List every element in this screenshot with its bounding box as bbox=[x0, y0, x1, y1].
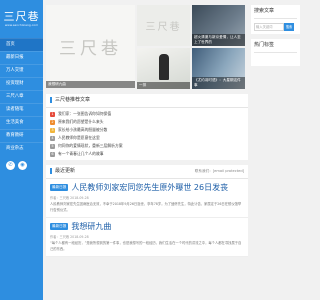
calligraphy-logo: 三尺巷 bbox=[59, 39, 122, 59]
hero-thumb-caption: 超火清澈与新京爱情，让人至上了世界的 bbox=[192, 34, 245, 46]
section-marker bbox=[50, 167, 52, 174]
nav-item-column[interactable]: 三尺八章 bbox=[0, 90, 43, 103]
search-box: 搜索文章 输入关键词 搜索 bbox=[251, 5, 300, 34]
main-content: 三尺巷 我想研九曲 三尺巷 超火清澈与新京爱情，让人至上了世界的 一排 《尤约羽… bbox=[46, 5, 248, 257]
article-card[interactable]: 最新日报 人民教师刘家宏同您先生原外曝世 26日发丧 作者：三尺巷 2018-0… bbox=[46, 179, 248, 218]
article-meta: 作者：三尺巷 2018-09-28 bbox=[50, 196, 89, 200]
recommend-item-title: 原来我们的愿望是什么来头 bbox=[58, 119, 104, 124]
logo-title: 三尺巷 bbox=[3, 9, 40, 23]
recommend-item-title: 有一个青春让几个人的故事 bbox=[58, 151, 104, 156]
article-excerpt: 人民教师刘家宏先生因病医治无效，不幸于2018年9月26日逝世，享年78岁。为了… bbox=[50, 202, 242, 212]
nav-item-daily[interactable]: 最新日报 bbox=[0, 51, 43, 64]
site-logo[interactable]: 三尺巷 www.sanchixiang.com bbox=[0, 0, 43, 38]
recommend-item[interactable]: 3 家长给小孩最高的胆量被分散 bbox=[50, 126, 244, 134]
hero-slider: 三尺巷 我想研九曲 三尺巷 超火清澈与新京爱情，让人至上了世界的 一排 《尤约羽… bbox=[46, 5, 248, 89]
article-title[interactable]: 我想研九曲 bbox=[71, 221, 111, 232]
rank-badge: 1 bbox=[50, 111, 55, 117]
category-badge[interactable]: 最新日报 bbox=[50, 223, 69, 230]
logo-url: www.sanchixiang.com bbox=[4, 22, 39, 27]
section-marker bbox=[50, 96, 52, 103]
hero-thumb-caption: 《尤约羽时语》：大星期这件事 bbox=[192, 77, 245, 89]
recommend-panel: 三尺巷推荐文章 1 我们家：一张图告诉你如何保值 2 原来我们的愿望是什么来头 3家… bbox=[46, 94, 248, 160]
recommend-item[interactable]: 5 何同你的爱情现状，重新三层解析方案 bbox=[50, 142, 244, 150]
hero-thumb-2[interactable]: 超火清澈与新京爱情，让人至上了世界的 bbox=[192, 5, 245, 46]
nav-item-business[interactable]: 商业杂志 bbox=[0, 142, 43, 155]
latest-header: 最近更新 联系我们：[email protected] bbox=[46, 165, 248, 179]
sidebar: 三尺巷 www.sanchixiang.com 首页 最新日报 万人交馈 投资理… bbox=[0, 0, 43, 300]
wechat-icon[interactable]: ✆ bbox=[6, 161, 15, 170]
recommend-header: 三尺巷推荐文章 bbox=[46, 94, 248, 108]
latest-title: 最近更新 bbox=[55, 168, 76, 174]
recommend-item-title: 家长给小孩最高的胆量被分散 bbox=[58, 127, 108, 132]
nav-item-essays[interactable]: 读者随笔 bbox=[0, 103, 43, 116]
article-title[interactable]: 人民教师刘家宏同您先生原外曝世 26日发丧 bbox=[71, 182, 228, 193]
recommend-item[interactable]: 1 我们家：一张图告诉你如何保值 bbox=[50, 110, 244, 118]
recommend-item-title: 人民教师你是愿意在这里 bbox=[58, 135, 100, 140]
contact-note: 联系我们：[email protected] bbox=[194, 169, 244, 173]
nav-item-food[interactable]: 生活美食 bbox=[0, 116, 43, 129]
hero-main-slide[interactable]: 三尺巷 我想研九曲 bbox=[46, 5, 135, 88]
recommend-item[interactable]: 4 人民教师你是愿意在这里 bbox=[50, 134, 244, 142]
tags-box: 热门标签 bbox=[251, 39, 300, 66]
weibo-icon[interactable]: ◉ bbox=[18, 161, 27, 170]
rank-badge: 4 bbox=[50, 135, 55, 141]
article-meta: 作者：三尺巷 2018-09-28 bbox=[50, 235, 89, 239]
right-sidebar: 搜索文章 输入关键词 搜索 热门标签 bbox=[251, 5, 300, 71]
hero-main-caption: 我想研九曲 bbox=[46, 81, 135, 88]
search-input[interactable]: 输入关键词 bbox=[254, 23, 284, 31]
tags-title: 热门标签 bbox=[254, 39, 297, 53]
search-title: 搜索文章 bbox=[254, 5, 297, 19]
rank-badge: 2 bbox=[50, 119, 55, 125]
article-excerpt: “每个人都有一段经历，”是我所想到的第一件事，也是我想写的一段经历，我们生活在一… bbox=[50, 241, 242, 251]
latest-panel: 最近更新 联系我们：[email protected] 最新日报 人民教师刘家宏… bbox=[46, 165, 248, 257]
hero-thumb-3[interactable]: 一排 bbox=[137, 48, 190, 89]
category-badge[interactable]: 最新日报 bbox=[50, 184, 69, 191]
search-button[interactable]: 搜索 bbox=[284, 23, 294, 31]
recommend-item[interactable]: 6 有一个青春让几个人的故事 bbox=[50, 150, 244, 158]
social-links: ✆ ◉ bbox=[0, 155, 43, 170]
recommend-item-title: 我们家：一张图告诉你如何保值 bbox=[58, 111, 112, 116]
person-photo bbox=[159, 54, 169, 80]
rank-badge: 3 bbox=[50, 127, 55, 133]
nav-item-home[interactable]: 首页 bbox=[0, 38, 43, 51]
nav-item-finance[interactable]: 投资理财 bbox=[0, 77, 43, 90]
recommend-item-title: 何同你的爱情现状，重新三层解析方案 bbox=[58, 143, 123, 148]
tags-list bbox=[254, 53, 297, 63]
calligraphy-logo-small: 三尺巷 bbox=[145, 22, 182, 33]
nav-item-education[interactable]: 教育教研 bbox=[0, 129, 43, 142]
recommend-item[interactable]: 2 原来我们的愿望是什么来头 bbox=[50, 118, 244, 126]
rank-badge: 5 bbox=[50, 143, 55, 149]
hero-thumb-1[interactable]: 三尺巷 bbox=[137, 5, 190, 46]
hero-thumb-caption: 一排 bbox=[137, 82, 190, 89]
recommend-title: 三尺巷推荐文章 bbox=[55, 97, 91, 103]
hero-thumb-4[interactable]: 《尤约羽时语》：大星期这件事 bbox=[192, 48, 245, 89]
rank-badge: 6 bbox=[50, 151, 55, 157]
article-card[interactable]: 最新日报 我想研九曲 作者：三尺巷 2018-09-28 “每个人都有一段经历，… bbox=[46, 218, 248, 257]
nav-item-community[interactable]: 万人交馈 bbox=[0, 64, 43, 77]
